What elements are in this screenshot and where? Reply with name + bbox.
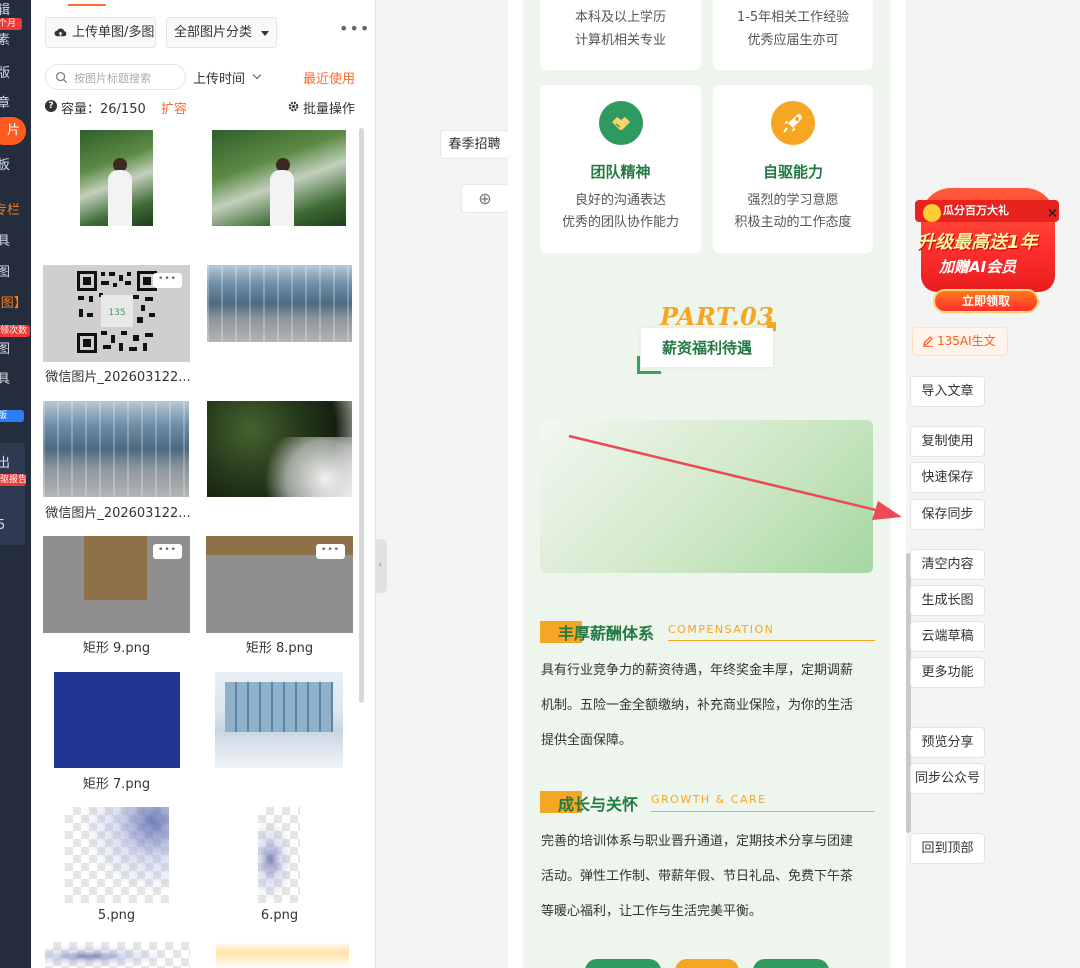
promo-claim-button[interactable]: 立即领取 <box>933 289 1039 313</box>
long-image-button[interactable]: 生成长图 <box>910 585 985 616</box>
quick-save-button[interactable]: 快速保存 <box>910 462 985 493</box>
close-icon[interactable]: × <box>1047 206 1058 221</box>
cloud-draft-button[interactable]: 云端草稿 <box>910 621 985 652</box>
coin-icon <box>923 204 941 222</box>
promo-line-3: 加赠AI会员 <box>939 258 1017 276</box>
copy-use-button[interactable]: 复制使用 <box>910 426 985 457</box>
ai-write-button[interactable]: 135AI生文 <box>912 327 1008 356</box>
promo-line-1: 瓜分百万大礼 <box>943 204 1009 217</box>
promo-badge[interactable]: 瓜分百万大礼 升级最高送1年 加赠AI会员 立即领取 × <box>913 188 1059 318</box>
ai-write-label: 135AI生文 <box>937 334 996 348</box>
sync-wechat-button[interactable]: 同步公众号 <box>910 763 985 794</box>
more-functions-button[interactable]: 更多功能 <box>910 657 985 688</box>
promo-line-2: 升级最高送1年 <box>917 232 1038 253</box>
back-to-top-button[interactable]: 回到顶部 <box>910 833 985 864</box>
import-article-button[interactable]: 导入文章 <box>910 376 985 407</box>
preview-share-button[interactable]: 预览分享 <box>910 727 985 758</box>
clear-content-button[interactable]: 清空内容 <box>910 549 985 580</box>
save-sync-button[interactable]: 保存同步 <box>910 499 985 530</box>
edit-pen-icon <box>923 336 933 347</box>
